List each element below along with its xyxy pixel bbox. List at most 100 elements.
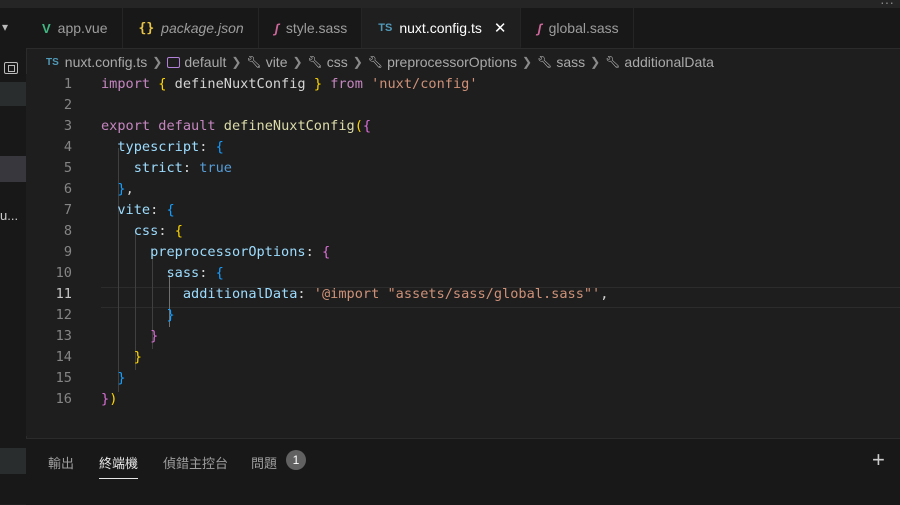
code-line[interactable]: 14 } — [26, 347, 900, 368]
tab-terminal[interactable]: 終端機 — [99, 453, 139, 479]
code-token: , — [125, 181, 134, 197]
code-token: { — [215, 265, 224, 281]
code-token: import — [101, 76, 151, 92]
code-line[interactable]: 4 typescript: { — [26, 137, 900, 158]
code-line[interactable]: 3 export default defineNuxtConfig({ — [26, 116, 900, 137]
tab-app-vue[interactable]: V app.vue — [26, 8, 123, 48]
breadcrumb-item-vite[interactable]: vite — [266, 54, 288, 70]
code-line[interactable]: 10 sass: { — [26, 263, 900, 284]
breadcrumb-item-preprocessor-options[interactable]: preprocessorOptions — [387, 54, 517, 70]
line-number: 13 — [55, 328, 72, 344]
code-text[interactable]: vite: { — [101, 200, 174, 221]
code-line[interactable]: 15 } — [26, 368, 900, 389]
code-token: { — [321, 244, 331, 260]
code-text[interactable]: strict: true — [101, 158, 232, 179]
line-number: 5 — [63, 160, 72, 176]
line-number: 1 — [63, 76, 72, 92]
code-line[interactable]: 13 } — [26, 326, 900, 347]
code-text[interactable]: } — [101, 368, 125, 389]
tab-nuxt-config-ts[interactable]: TS nuxt.config.ts ✕ — [362, 8, 522, 48]
code-token: } — [101, 391, 110, 407]
code-text[interactable]: } — [101, 305, 175, 326]
tab-debug-console[interactable]: 偵錯主控台 — [163, 453, 228, 472]
explorer-item-selected[interactable] — [0, 156, 26, 182]
breadcrumb-item-default[interactable]: default — [184, 54, 226, 70]
code-text[interactable]: css: { — [101, 221, 183, 242]
line-number: 16 — [55, 391, 72, 407]
code-text[interactable]: } — [101, 326, 158, 347]
line-number: 9 — [63, 244, 72, 260]
explorer-item[interactable] — [0, 448, 26, 474]
code-token: } — [117, 181, 126, 197]
code-line[interactable]: 5 strict: true — [26, 158, 900, 179]
code-text[interactable]: sass: { — [101, 263, 224, 284]
code-token: true — [199, 160, 232, 176]
code-token: strict — [133, 160, 183, 176]
code-line[interactable]: 12 } — [26, 305, 900, 326]
code-token: preprocessorOptions — [150, 244, 306, 260]
collapse-all-icon[interactable] — [4, 62, 18, 74]
line-number: 3 — [63, 118, 72, 134]
code-editor[interactable]: 1 import { defineNuxtConfig } from 'nuxt/… — [26, 74, 900, 436]
close-icon[interactable]: ✕ — [494, 19, 507, 37]
code-line[interactable]: 1 import { defineNuxtConfig } from 'nuxt/… — [26, 74, 900, 95]
wrench-icon: 🔧︎ — [307, 55, 323, 69]
chevron-right-icon: ❯ — [522, 55, 533, 69]
code-token: : — [150, 202, 167, 218]
code-line[interactable]: 7 vite: { — [26, 200, 900, 221]
tab-label: package.json — [161, 20, 244, 36]
code-text[interactable]: typescript: { — [101, 137, 223, 158]
chevron-down-icon[interactable]: ▾ — [2, 20, 8, 34]
code-line[interactable]: 16}) — [26, 389, 900, 410]
code-text[interactable]: import { defineNuxtConfig } from 'nuxt/c… — [101, 74, 478, 95]
code-token: : — [297, 286, 314, 302]
code-text[interactable]: export default defineNuxtConfig({ — [101, 116, 371, 137]
breadcrumb-item-file[interactable]: nuxt.config.ts — [65, 54, 148, 70]
code-text[interactable]: additionalData: '@import "assets/sass/gl… — [101, 284, 609, 305]
problems-count-badge: 1 — [286, 450, 306, 470]
tab-label: app.vue — [57, 20, 108, 36]
explorer-item-label[interactable]: u... — [0, 208, 18, 223]
tab-style-sass[interactable]: ʃ style.sass — [258, 8, 363, 48]
code-line[interactable]: 11 additionalData: '@import "assets/sass… — [26, 284, 900, 305]
code-text[interactable]: }) — [101, 389, 117, 410]
code-token: typescript — [117, 139, 200, 155]
editor-tab-bar: V app.vue {} package.json ʃ style.sass T… — [26, 8, 900, 49]
explorer-item[interactable] — [0, 82, 26, 106]
tab-output[interactable]: 輸出 — [48, 453, 74, 472]
breadcrumb-item-additional-data[interactable]: additionalData — [624, 54, 714, 70]
code-text[interactable]: }, — [101, 179, 134, 200]
tab-problems[interactable]: 問題 — [251, 453, 277, 472]
explorer-sidebar: ▾ u... — [0, 8, 27, 504]
line-number: 10 — [55, 265, 72, 281]
breadcrumb-item-css[interactable]: css — [327, 54, 348, 70]
code-line[interactable]: 6 }, — [26, 179, 900, 200]
typescript-icon: TS — [46, 56, 59, 68]
code-line[interactable]: 8 css: { — [26, 221, 900, 242]
line-number: 4 — [63, 139, 72, 155]
code-token: } — [133, 349, 142, 365]
chevron-right-icon: ❯ — [352, 55, 363, 69]
code-token: } — [166, 307, 175, 323]
tab-global-sass[interactable]: ʃ global.sass — [521, 8, 634, 48]
code-token: , — [600, 286, 609, 302]
code-line[interactable]: 9 preprocessorOptions: { — [26, 242, 900, 263]
add-terminal-icon[interactable]: + — [872, 447, 885, 473]
code-line[interactable]: 2 — [26, 95, 900, 116]
wrench-icon: 🔧︎ — [246, 55, 262, 69]
code-text[interactable]: preprocessorOptions: { — [101, 242, 330, 263]
tab-package-json[interactable]: {} package.json — [122, 8, 259, 48]
code-text[interactable]: } — [101, 347, 142, 368]
code-token: { — [174, 223, 183, 239]
line-number: 6 — [63, 181, 72, 197]
breadcrumb-item-sass[interactable]: sass — [556, 54, 585, 70]
